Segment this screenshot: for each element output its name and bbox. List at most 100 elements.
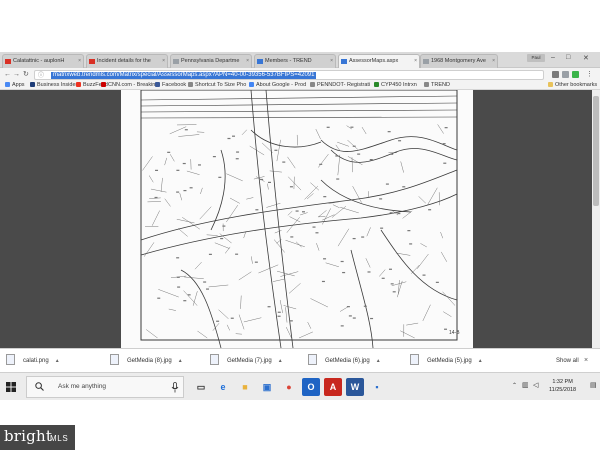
tab-close-icon[interactable]: × (492, 58, 495, 64)
network-icon[interactable]: ▥ (522, 381, 529, 389)
assessor-map[interactable]: 14-B (121, 89, 473, 349)
tab-close-icon[interactable]: × (246, 58, 249, 64)
bookmark-item[interactable]: Facebook (155, 82, 186, 89)
download-item[interactable]: calati.png ▲ (6, 353, 60, 369)
parcel-boundary (144, 242, 155, 257)
show-all-downloads-button[interactable]: Show all (556, 353, 579, 369)
maximize-icon[interactable]: □ (566, 54, 570, 61)
tab-1[interactable]: Calatattnic - auplonH × (2, 54, 84, 68)
parcel-boundary (169, 126, 187, 135)
microphone-icon[interactable] (171, 382, 179, 393)
tab-5[interactable]: AssessorMaps.aspx × (338, 54, 420, 68)
parcel-boundary (226, 205, 239, 223)
lot-number-mark (319, 163, 323, 165)
cast-icon[interactable] (562, 71, 569, 78)
word-icon[interactable]: W (346, 378, 364, 396)
download-menu-icon[interactable]: ▲ (376, 358, 381, 364)
parcel-boundary (441, 251, 447, 262)
download-menu-icon[interactable]: ▲ (178, 358, 183, 364)
download-item[interactable]: GetMedia (8).jpg ▲ (110, 353, 183, 369)
tab-close-icon[interactable]: × (162, 58, 165, 64)
bookmark-item[interactable]: PENNDOT- Registrati (310, 82, 370, 89)
tab-strip: Calatattnic - auplonH × Incident details f… (0, 52, 600, 68)
menu-icon[interactable]: ⋮ (586, 70, 593, 79)
cortana-search-box[interactable]: Ask me anything (26, 376, 184, 398)
tab-close-icon[interactable]: × (414, 58, 417, 64)
search-icon (35, 382, 44, 391)
task-view-icon[interactable]: ▭ (192, 378, 210, 396)
lot-number-mark (167, 151, 171, 153)
tab-4[interactable]: Members - TREND × (254, 54, 336, 68)
bookmark-favicon-icon (76, 82, 81, 87)
tab-label: Incident details for the (97, 58, 151, 64)
lot-number-mark (326, 126, 330, 128)
parcel-boundary (331, 206, 347, 218)
lot-number-mark (346, 306, 350, 308)
lot-number-mark (184, 129, 188, 131)
lot-number-mark (236, 151, 240, 153)
address-bar[interactable]: ⓘ matrixweb.trendmls.com/Matrix/special/… (34, 70, 544, 80)
tab-3[interactable]: Pennsylvania Departme × (170, 54, 252, 68)
lot-number-mark (389, 212, 393, 214)
page-scrollbar[interactable] (592, 90, 600, 348)
chrome-icon[interactable]: ● (280, 378, 298, 396)
volume-icon[interactable]: ◁ (533, 381, 538, 389)
outlook-icon[interactable]: O (302, 378, 320, 396)
close-download-shelf-icon[interactable]: × (584, 353, 588, 369)
url-text[interactable]: matrixweb.trendmls.com/Matrix/special/As… (51, 72, 317, 79)
scroll-thumb[interactable] (593, 96, 599, 206)
download-item[interactable]: GetMedia (7).jpg ▲ (210, 353, 283, 369)
lot-number-mark (235, 158, 239, 160)
other-bookmarks[interactable]: Other bookmarks (548, 82, 597, 89)
acrobat-icon[interactable]: A (324, 378, 342, 396)
bookmark-favicon-icon (249, 82, 254, 87)
lot-number-mark (388, 268, 392, 270)
file-explorer-icon[interactable]: ■ (236, 378, 254, 396)
tab-close-icon[interactable]: × (78, 58, 81, 64)
extension-icon[interactable] (552, 71, 559, 78)
address-row: ← → ↻ ⓘ matrixweb.trendmls.com/Matrix/sp… (0, 68, 600, 81)
bookmark-favicon-icon (374, 82, 379, 87)
bookmark-item[interactable]: Shortcut To Size Pho (188, 82, 246, 89)
lot-number-mark (390, 153, 394, 155)
screenshot-stage: Calatattnic - auplonH × Incident details f… (0, 0, 600, 450)
edge-icon[interactable]: e (214, 378, 232, 396)
bookmark-item[interactable]: TREND (424, 82, 450, 89)
show-hidden-icons-icon[interactable]: ⌃ (512, 382, 517, 389)
parcel-boundary (238, 314, 245, 330)
download-menu-icon[interactable]: ▲ (278, 358, 283, 364)
forward-icon[interactable]: → (13, 70, 20, 79)
tab-label: Pennsylvania Departme (181, 58, 240, 64)
parcel-boundary (298, 331, 313, 339)
parcel-boundary (422, 304, 431, 322)
generic-app-icon[interactable]: ▪ (368, 378, 386, 396)
minimize-icon[interactable]: – (551, 54, 555, 61)
parcel-boundary (287, 156, 296, 169)
tab-2[interactable]: Incident details for the × (86, 54, 168, 68)
bookmark-item[interactable]: CNN.com - Breaking (101, 82, 158, 89)
windows-start-icon[interactable] (6, 382, 16, 392)
window-close-icon[interactable]: ✕ (583, 54, 589, 62)
bookmark-item[interactable]: Apps (5, 82, 25, 89)
bookmark-item[interactable]: About Google - Prod (249, 82, 306, 89)
tab-close-icon[interactable]: × (330, 58, 333, 64)
reload-icon[interactable]: ↻ (23, 70, 29, 79)
taskbar-clock[interactable]: 1:32 PM 11/25/2018 (549, 378, 576, 394)
tab-6[interactable]: 1968 Montgomery Ave × (420, 54, 498, 68)
notifications-icon[interactable]: ▤ (590, 381, 597, 389)
download-menu-icon[interactable]: ▲ (55, 358, 60, 364)
back-icon[interactable]: ← (4, 70, 11, 79)
download-menu-icon[interactable]: ▲ (478, 358, 483, 364)
profile-button[interactable]: Paul (527, 54, 545, 62)
store-icon[interactable]: ▣ (258, 378, 276, 396)
download-item[interactable]: GetMedia (6).jpg ▲ (308, 353, 381, 369)
bookmark-favicon-icon (188, 82, 193, 87)
parcel-boundary (318, 210, 327, 218)
lot-number-mark (268, 181, 272, 183)
download-item[interactable]: GetMedia (5).jpg ▲ (410, 353, 483, 369)
extension-green-icon[interactable] (572, 71, 579, 78)
bookmark-item[interactable]: Business Insider (30, 82, 77, 89)
page-info-icon[interactable]: ⓘ (38, 72, 44, 80)
bookmark-item[interactable]: CYP450 Intrxn (374, 82, 417, 89)
watermark-brand: bright (4, 427, 53, 445)
